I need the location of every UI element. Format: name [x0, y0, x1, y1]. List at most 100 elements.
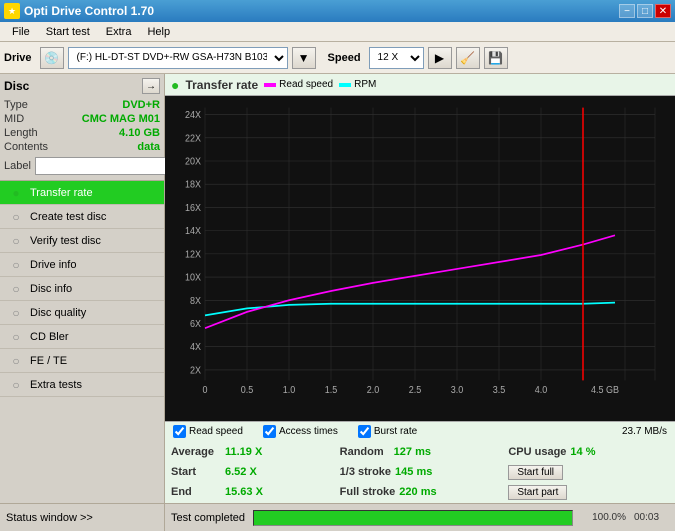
nav-cd-bler[interactable]: ○ CD Bler — [0, 325, 164, 349]
speed-select[interactable]: 12 X — [369, 47, 424, 69]
svg-text:8X: 8X — [190, 295, 201, 307]
stat-fullstroke-label: Full stroke — [340, 486, 396, 498]
save-button[interactable]: 💾 — [484, 47, 508, 69]
svg-text:16X: 16X — [185, 202, 201, 214]
cb-burst-rate-label: Burst rate — [374, 426, 417, 437]
toolbar: Drive 💿 (F:) HL-DT-ST DVD+-RW GSA-H73N B… — [0, 42, 675, 74]
stat-start-label: Start — [171, 466, 221, 478]
cb-burst-rate: Burst rate — [358, 425, 417, 438]
disc-mid-row: MID CMC MAG M01 — [4, 112, 160, 126]
legend-read-speed: Read speed — [264, 79, 333, 90]
menu-start-test[interactable]: Start test — [38, 24, 98, 40]
disc-contents-label: Contents — [4, 141, 48, 153]
disc-quality-icon: ○ — [8, 305, 24, 321]
status-bar: Status window >> Test completed 100.0% 0… — [0, 503, 675, 531]
status-window-button[interactable]: Status window >> — [0, 504, 165, 531]
cb-access-times-input[interactable] — [263, 425, 276, 438]
chart-header: ● Transfer rate Read speed RPM — [165, 74, 675, 96]
stat-cpu-row: CPU usage 14 % — [508, 443, 669, 461]
app-icon: ★ — [4, 3, 20, 19]
svg-text:24X: 24X — [185, 109, 201, 121]
play-button[interactable]: ▶ — [428, 47, 452, 69]
nav-extra-tests[interactable]: ○ Extra tests — [0, 373, 164, 397]
start-full-button[interactable]: Start full — [508, 465, 563, 480]
nav-disc-quality-label: Disc quality — [30, 307, 86, 319]
status-text: Test completed — [171, 512, 245, 524]
stat-start-row: Start 6.52 X — [171, 463, 332, 481]
stat-average-value: 11.19 X — [225, 446, 262, 458]
nav-extra-tests-label: Extra tests — [30, 379, 82, 391]
svg-text:2.5: 2.5 — [409, 385, 422, 397]
window-controls: − □ ✕ — [619, 4, 671, 18]
menu-file[interactable]: File — [4, 24, 38, 40]
drive-arrow-btn[interactable]: ▼ — [292, 47, 316, 69]
nav-disc-info-label: Disc info — [30, 283, 72, 295]
burst-rate-value: 23.7 MB/s — [622, 426, 667, 437]
disc-length-value: 4.10 GB — [119, 127, 160, 139]
legend-rpm-color — [339, 83, 351, 87]
svg-text:3.0: 3.0 — [451, 385, 464, 397]
disc-type-label: Type — [4, 99, 28, 111]
cb-read-speed-input[interactable] — [173, 425, 186, 438]
stat-start-full-row: Start full — [508, 463, 669, 481]
nav-drive-info[interactable]: ○ Drive info — [0, 253, 164, 277]
disc-title: Disc — [4, 79, 29, 93]
nav-create-test-disc-label: Create test disc — [30, 211, 106, 223]
stat-onethird-label: 1/3 stroke — [340, 466, 391, 478]
close-button[interactable]: ✕ — [655, 4, 671, 18]
maximize-button[interactable]: □ — [637, 4, 653, 18]
stat-cpu-label: CPU usage — [508, 446, 566, 458]
progress-bar-fill — [254, 511, 572, 525]
svg-text:4X: 4X — [190, 342, 201, 354]
start-part-button[interactable]: Start part — [508, 485, 567, 500]
menu-help[interactable]: Help — [139, 24, 178, 40]
nav-verify-test-disc[interactable]: ○ Verify test disc — [0, 229, 164, 253]
disc-arrow-button[interactable]: → — [142, 78, 160, 94]
nav-disc-quality[interactable]: ○ Disc quality — [0, 301, 164, 325]
legend-read-speed-label: Read speed — [279, 79, 333, 90]
svg-text:1.5: 1.5 — [325, 385, 338, 397]
cb-read-speed: Read speed — [173, 425, 243, 438]
nav-transfer-rate[interactable]: ● Transfer rate — [0, 181, 164, 205]
chart-svg: 24X 22X 20X 18X 16X 14X 12X 10X 8X 6X 4X… — [165, 96, 675, 421]
svg-text:3.5: 3.5 — [493, 385, 506, 397]
clear-button[interactable]: 🧹 — [456, 47, 480, 69]
extra-tests-icon: ○ — [8, 377, 24, 393]
svg-text:6X: 6X — [190, 318, 201, 330]
cb-read-speed-label: Read speed — [189, 426, 243, 437]
disc-contents-value: data — [137, 141, 160, 153]
cb-access-times: Access times — [263, 425, 338, 438]
minimize-button[interactable]: − — [619, 4, 635, 18]
stat-average-row: Average 11.19 X — [171, 443, 332, 461]
stats-area: Average 11.19 X Random 127 ms CPU usage … — [165, 441, 675, 503]
svg-text:2.0: 2.0 — [367, 385, 380, 397]
stat-random-row: Random 127 ms — [340, 443, 501, 461]
stat-end-label: End — [171, 486, 221, 498]
drive-select[interactable]: (F:) HL-DT-ST DVD+-RW GSA-H73N B103 — [68, 47, 288, 69]
disc-label-input[interactable] — [35, 157, 171, 175]
cb-burst-rate-input[interactable] — [358, 425, 371, 438]
stat-end-value: 15.63 X — [225, 486, 263, 498]
disc-info-icon: ○ — [8, 281, 24, 297]
stat-random-label: Random — [340, 446, 390, 458]
nav-disc-info[interactable]: ○ Disc info — [0, 277, 164, 301]
stat-start-part-row: Start part — [508, 483, 669, 501]
nav-drive-info-label: Drive info — [30, 259, 76, 271]
disc-type-value: DVD+R — [122, 99, 160, 111]
create-test-disc-icon: ○ — [8, 209, 24, 225]
legend-read-speed-color — [264, 83, 276, 87]
menu-extra[interactable]: Extra — [98, 24, 140, 40]
nav-cd-bler-label: CD Bler — [30, 331, 69, 343]
disc-label-row: Label ⚙ — [4, 156, 160, 176]
nav-fe-te[interactable]: ○ FE / TE — [0, 349, 164, 373]
drive-info-icon: ○ — [8, 257, 24, 273]
nav-create-test-disc[interactable]: ○ Create test disc — [0, 205, 164, 229]
disc-length-row: Length 4.10 GB — [4, 126, 160, 140]
svg-text:0.5: 0.5 — [241, 385, 254, 397]
nav-verify-test-disc-label: Verify test disc — [30, 235, 101, 247]
speed-label: Speed — [328, 52, 361, 64]
disc-type-row: Type DVD+R — [4, 98, 160, 112]
stat-fullstroke-value: 220 ms — [399, 486, 436, 498]
chart-title-icon: ● — [171, 77, 179, 93]
svg-text:1.0: 1.0 — [283, 385, 296, 397]
